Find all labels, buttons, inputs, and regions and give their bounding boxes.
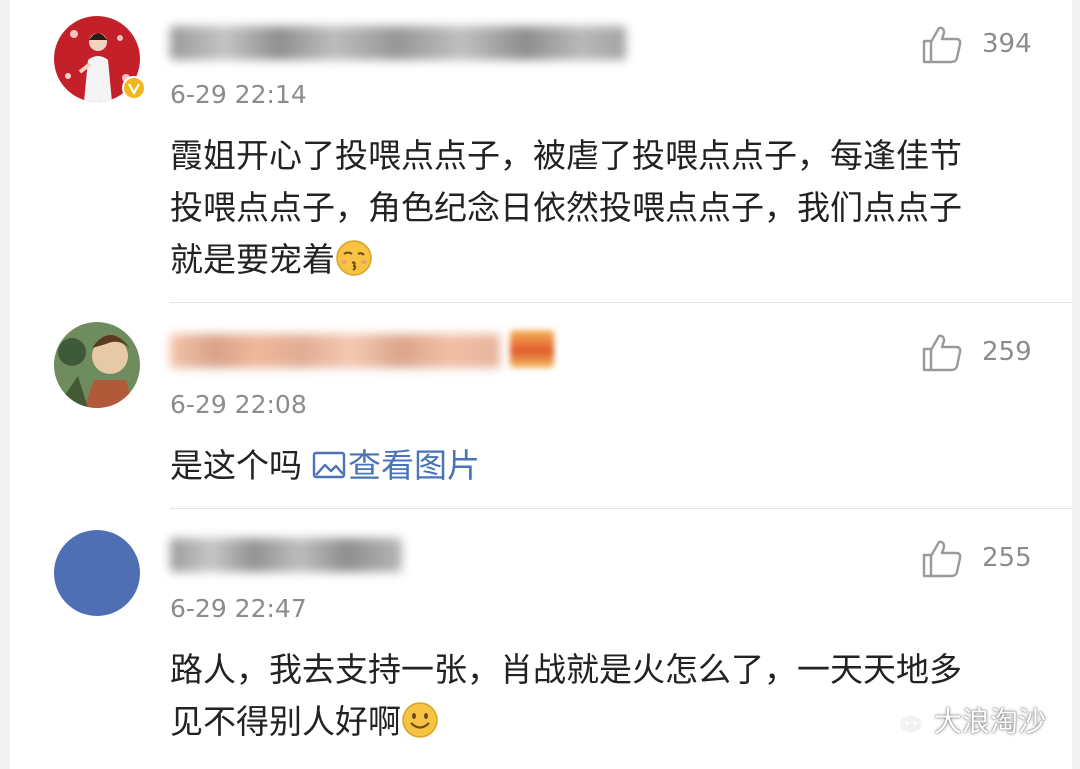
comment-line: 投喂点点子，角色纪念日依然投喂点点子，我们点点子 — [170, 188, 962, 227]
verified-badge — [122, 76, 146, 100]
smile-face-icon — [402, 702, 438, 738]
comment-time: 6-29 22:47 — [170, 594, 307, 623]
watermark-text: 大浪淘沙 — [934, 705, 1047, 738]
avatar[interactable] — [54, 530, 140, 616]
comments-panel: 394 6-29 22:14 霞姐开心了投喂点点子，被虐了投喂点点子，每逢佳节 … — [10, 0, 1072, 769]
like-count: 259 — [982, 337, 1032, 367]
divider — [170, 302, 1072, 303]
like-button[interactable]: 255 — [920, 536, 1032, 580]
thumbs-up-icon — [922, 26, 962, 64]
view-image-link[interactable]: 查看图片 — [348, 446, 480, 485]
username-blurred[interactable] — [170, 538, 402, 572]
wechat-icon — [884, 703, 925, 735]
username-blurred[interactable] — [170, 334, 500, 368]
comment-line: 路人，我去支持一张，肖战就是火怎么了，一天天地多 — [170, 650, 962, 689]
kiss-face-icon — [336, 240, 372, 276]
like-count: 394 — [982, 29, 1032, 59]
comment-line: 见不得别人好啊 — [170, 702, 401, 741]
like-count: 255 — [982, 543, 1032, 573]
comment-line: 霞姐开心了投喂点点子，被虐了投喂点点子，每逢佳节 — [170, 136, 962, 175]
watermark: 大浪淘沙 — [884, 700, 1046, 740]
comment-time: 6-29 22:08 — [170, 390, 307, 419]
avatar[interactable] — [54, 322, 140, 408]
member-badge-blurred — [510, 330, 554, 368]
comment-time: 6-29 22:14 — [170, 80, 307, 109]
comment-text: 霞姐开心了投喂点点子，被虐了投喂点点子，每逢佳节 投喂点点子，角色纪念日依然投喂… — [170, 130, 1050, 286]
comment-line: 就是要宠着 — [170, 240, 335, 279]
divider — [170, 508, 1072, 509]
like-button[interactable]: 259 — [920, 330, 1032, 374]
thumbs-up-icon — [922, 334, 962, 372]
username-blurred[interactable] — [170, 26, 626, 60]
comment-text: 是这个吗 查看图片 — [170, 440, 1050, 492]
comment-line: 是这个吗 — [170, 446, 302, 485]
thumbs-up-icon — [922, 540, 962, 578]
like-button[interactable]: 394 — [920, 22, 1032, 66]
image-icon — [312, 451, 346, 479]
comment-line-last: 就是要宠着 — [170, 234, 1050, 286]
